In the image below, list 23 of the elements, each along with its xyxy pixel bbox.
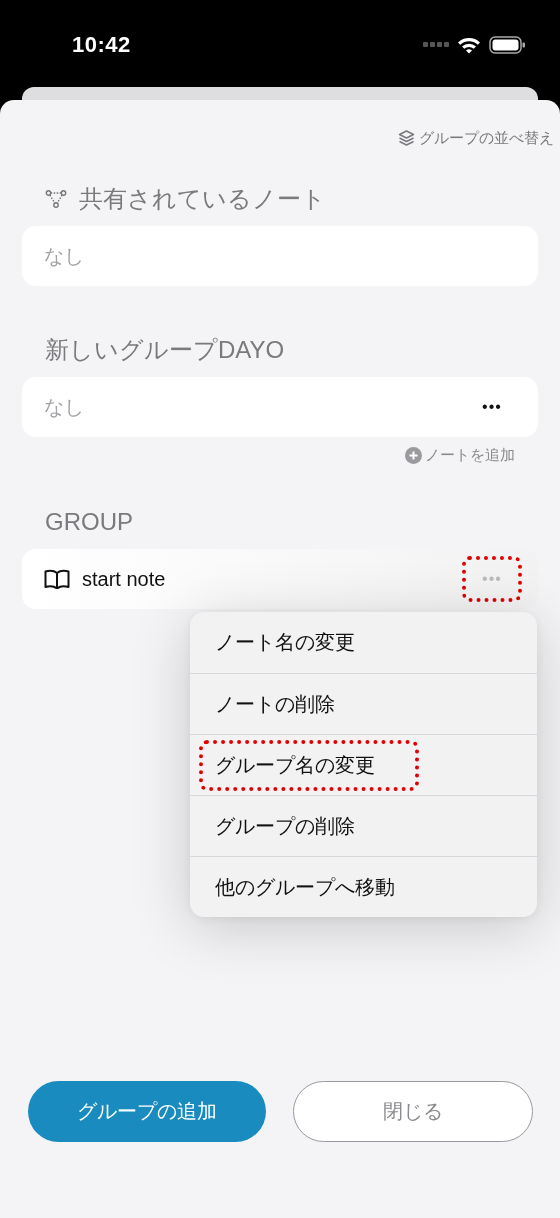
- add-group-button[interactable]: グループの追加: [28, 1081, 266, 1142]
- menu-item[interactable]: グループの削除: [199, 800, 371, 852]
- menu-item[interactable]: 他のグループへ移動: [199, 861, 411, 913]
- more-button[interactable]: •••: [462, 384, 522, 430]
- clock-time: 10:42: [72, 32, 131, 58]
- wifi-icon: [457, 36, 481, 54]
- close-button[interactable]: 閉じる: [293, 1081, 533, 1142]
- menu-item[interactable]: グループ名の変更: [199, 739, 419, 791]
- section-title: 新しいグループDAYO: [45, 335, 285, 365]
- book-icon: [44, 569, 70, 589]
- empty-label: なし: [44, 243, 84, 269]
- battery-icon: [489, 36, 526, 54]
- plus-circle-icon: [405, 446, 422, 464]
- share-icon: [45, 189, 67, 209]
- reorder-groups-link[interactable]: グループの並べ替え: [397, 130, 554, 146]
- empty-label: なし: [44, 394, 84, 420]
- menu-item[interactable]: ノートの削除: [199, 678, 351, 730]
- section-title: 共有されているノート: [79, 184, 326, 214]
- menu-item[interactable]: ノート名の変更: [199, 617, 371, 668]
- section-title: GROUP: [45, 508, 133, 536]
- signal-icon: [423, 42, 449, 48]
- layers-icon: [397, 128, 416, 148]
- note-title: start note: [82, 567, 166, 591]
